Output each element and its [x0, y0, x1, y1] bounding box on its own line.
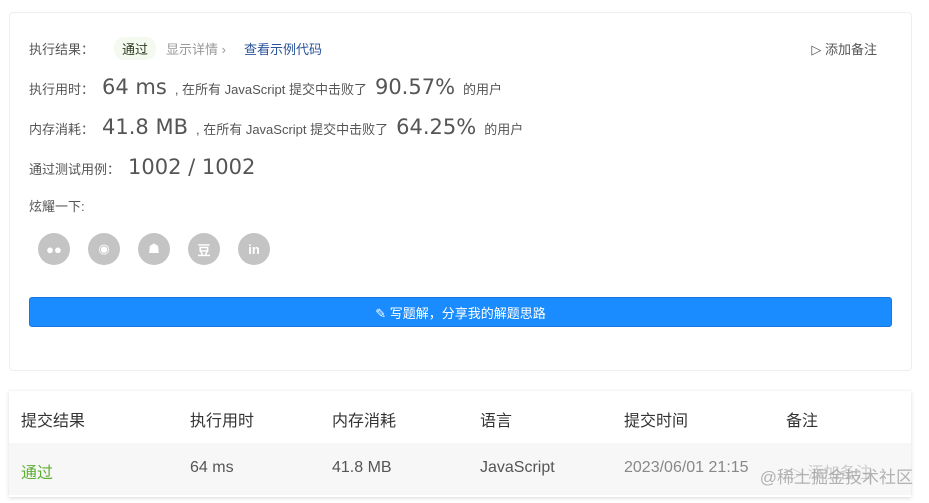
- runtime-label: 执行用时：: [29, 82, 95, 97]
- row-memory: 41.8 MB: [332, 459, 392, 476]
- tests-row: 通过测试用例： 1002 / 1002: [29, 155, 263, 179]
- runtime-text: , 在所有 JavaScript 提交中击败了: [174, 82, 367, 97]
- header-status: 提交结果: [21, 413, 86, 430]
- tests-label: 通过测试用例：: [29, 162, 121, 177]
- memory-text: , 在所有 JavaScript 提交中击败了: [195, 122, 389, 137]
- memory-suffix: 的用户: [484, 122, 524, 137]
- write-solution-button[interactable]: ✎ 写题解，分享我的解题思路: [29, 297, 892, 327]
- wechat-icon[interactable]: ●●: [38, 233, 70, 265]
- row-runtime: 64 ms: [190, 459, 234, 476]
- weibo-icon[interactable]: ◉: [88, 233, 120, 265]
- add-note-button[interactable]: ▷ 添加备注: [811, 39, 877, 58]
- runtime-value: 64 ms: [102, 75, 167, 99]
- status-badge: 通过: [114, 37, 157, 60]
- table-header: 提交结果 执行用时 内存消耗 语言 提交时间 备注: [9, 391, 911, 443]
- share-label: 炫耀一下:: [29, 199, 85, 214]
- header-time: 提交时间: [624, 413, 689, 430]
- memory-value: 41.8 MB: [102, 115, 188, 139]
- result-row: 执行结果： 通过 显示详情 › 查看示例代码: [29, 37, 322, 60]
- runtime-row: 执行用时： 64 ms , 在所有 JavaScript 提交中击败了 90.5…: [29, 75, 502, 99]
- result-card: 执行结果： 通过 显示详情 › 查看示例代码 ▷ 添加备注 执行用时： 64 m…: [9, 12, 912, 371]
- tests-value: 1002 / 1002: [128, 155, 256, 179]
- row-status-link[interactable]: 通过: [21, 459, 53, 483]
- runtime-suffix: 的用户: [463, 82, 503, 97]
- share-icons: ●● ◉ ☗ 豆 in: [38, 233, 270, 265]
- header-note: 备注: [786, 413, 819, 430]
- header-memory: 内存消耗: [332, 413, 397, 430]
- header-language: 语言: [480, 413, 513, 430]
- result-label: 执行结果：: [29, 42, 95, 57]
- row-time: 2023/06/01 21:15: [624, 459, 749, 476]
- row-language: JavaScript: [480, 459, 555, 476]
- show-details-link[interactable]: 显示详情 ›: [166, 39, 226, 58]
- memory-row: 内存消耗： 41.8 MB , 在所有 JavaScript 提交中击败了 64…: [29, 115, 523, 139]
- header-runtime: 执行用时: [190, 413, 255, 430]
- view-example-link[interactable]: 查看示例代码: [244, 39, 322, 58]
- qq-icon[interactable]: ☗: [138, 233, 170, 265]
- watermark: @稀土掘金技术社区: [759, 468, 913, 487]
- memory-label: 内存消耗：: [29, 122, 95, 137]
- linkedin-icon[interactable]: in: [238, 233, 270, 265]
- memory-percent: 64.25%: [396, 115, 477, 139]
- douban-icon[interactable]: 豆: [188, 233, 220, 265]
- runtime-percent: 90.57%: [374, 75, 456, 99]
